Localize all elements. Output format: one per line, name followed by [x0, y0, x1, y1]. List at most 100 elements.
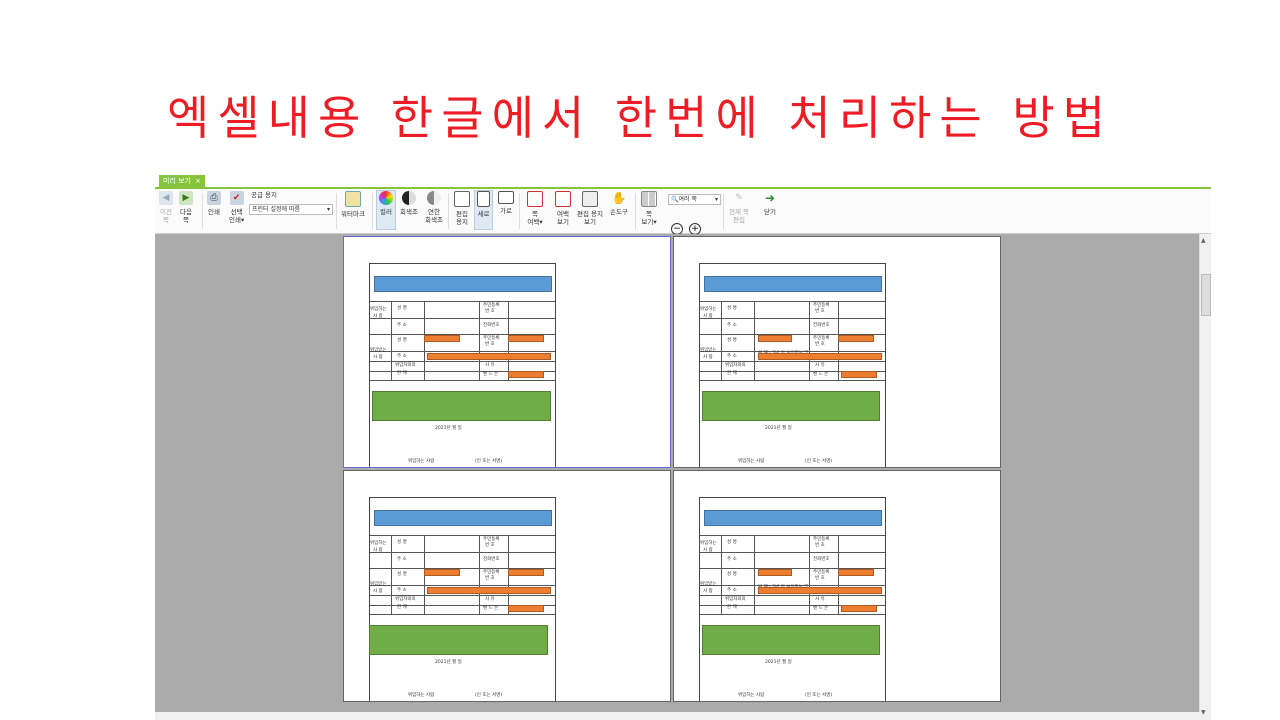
- table-line: [391, 301, 392, 380]
- label-address: 주 소: [397, 323, 407, 328]
- footer-left: 위임하는 사람: [408, 693, 435, 698]
- label-name: 성 명: [727, 306, 737, 311]
- label-name: 성 명: [397, 540, 407, 545]
- label-ssn: 주민등록: [813, 336, 830, 341]
- paper-source-dropdown[interactable]: 프린터 설정에 따름 ▾: [249, 204, 333, 215]
- label-delegator: 위임하는: [370, 541, 387, 546]
- preview-page[interactable]: 위임하는 사 람 위임받는 사 람성 명주 소성 명주 소 위임자와의 관 계 주민등록 번 …: [343, 236, 671, 468]
- table-line: [700, 552, 885, 553]
- label-name: 성 명: [397, 338, 407, 343]
- color-button[interactable]: 컬러: [376, 190, 396, 230]
- label-relation: 관 계: [727, 605, 737, 610]
- tab-preview[interactable]: 미리 보기 ×: [159, 175, 205, 187]
- date-text: 2021년 월 일: [765, 426, 792, 431]
- preview-page[interactable]: 위임하는 사 람 위임받는 사 람성 명주 소성 명주 소 위임자와의 관 계 주민등록 번 …: [343, 470, 671, 702]
- chevron-down-icon: ▾: [714, 196, 718, 203]
- watermark-button[interactable]: 워터마크: [341, 191, 365, 218]
- landscape-button[interactable]: 가로: [498, 191, 514, 215]
- table-line: [700, 595, 885, 596]
- label-address: 주 소: [727, 354, 737, 359]
- table-line: [370, 614, 555, 615]
- label-phone: 전화번호: [813, 557, 830, 562]
- select-print-button[interactable]: ✔ 선택 인쇄▾: [229, 191, 244, 224]
- table-line: [370, 585, 555, 586]
- footer-left: 위임하는 사람: [738, 693, 765, 698]
- margin-view-button[interactable]: 여백 보기: [555, 191, 571, 226]
- label-person: 사 람: [373, 589, 383, 594]
- orange-field: [838, 569, 874, 576]
- label-delegator: 위임하는: [700, 307, 717, 312]
- label-ssn: 번 호: [485, 342, 495, 347]
- label-relation: 관 계: [727, 371, 737, 376]
- form-document: 위임하는 사 람 위임받는 사 람성 명주 소성 명주 소 위임자와의 관 계 주민등록 번 …: [699, 263, 886, 467]
- tab-close-icon[interactable]: ×: [195, 175, 201, 187]
- preview-page[interactable]: 위임하는 사 람 위임받는 사 람성 명주 소성 명주 소 위임자와의 관 계 주민등록 번 …: [673, 236, 1001, 468]
- vertical-scrollbar[interactable]: ▲ ▼: [1199, 234, 1211, 720]
- portrait-button[interactable]: 세로: [474, 190, 493, 230]
- label-ssn: 번 호: [815, 576, 825, 581]
- tab-label: 미리 보기: [163, 177, 191, 185]
- printer-icon: ⎙: [207, 191, 221, 205]
- scrollbar-thumb[interactable]: [1201, 274, 1211, 316]
- separator: [635, 193, 636, 229]
- light-gray-button[interactable]: 연한 회색조: [425, 191, 443, 224]
- watermark-icon: [344, 191, 361, 207]
- table-line: [700, 318, 885, 319]
- hwp-preview-window: 미리 보기 × ◀ 이전 쪽 ▶ 다음 쪽 ⎙ 인쇄 ✔ 선택 인쇄▾ 공급 용지 프…: [155, 175, 1211, 720]
- label-ssn: 번 호: [485, 576, 495, 581]
- form-title-bar: [374, 510, 552, 526]
- scroll-up-icon[interactable]: ▲: [1201, 237, 1206, 244]
- edit-paper-view-button[interactable]: 편집 용지 보기: [577, 191, 603, 226]
- page-view-button[interactable]: 쪽 보기▾: [641, 191, 657, 226]
- zoom-dropdown[interactable]: 🔍여러 쪽 ▾: [668, 194, 721, 205]
- label-relation: 위임자와의: [395, 363, 416, 368]
- orange-field: [424, 335, 460, 342]
- table-line: [479, 301, 480, 380]
- ribbon-toolbar: ◀ 이전 쪽 ▶ 다음 쪽 ⎙ 인쇄 ✔ 선택 인쇄▾ 공급 용지 프린터 설정에 따…: [155, 189, 1211, 235]
- orange-field: [508, 569, 544, 576]
- label-reason: 사 유: [815, 597, 825, 602]
- label-ssn: 주민등록: [483, 336, 500, 341]
- orange-field: [758, 335, 792, 342]
- page-margin-button[interactable]: 쪽 여백▾: [527, 191, 543, 226]
- table-line: [370, 552, 555, 553]
- label-ssn: 번 호: [485, 309, 495, 314]
- table-line: [391, 535, 392, 614]
- label-relation: 관 계: [397, 605, 407, 610]
- pencil-icon: ✎: [735, 193, 743, 203]
- label-address: 주 소: [727, 588, 737, 593]
- footer-right: (인 또는 서명): [475, 459, 503, 464]
- label-ssn: 주민등록: [483, 570, 500, 575]
- table-line: [370, 318, 555, 319]
- grayscale-button[interactable]: 회색조: [400, 191, 418, 216]
- orange-field: [427, 353, 551, 360]
- table-line: [700, 380, 885, 381]
- label-reason: 사 유: [815, 363, 825, 368]
- horizontal-scrollbar[interactable]: [155, 712, 1200, 720]
- label-address: 주 소: [397, 588, 407, 593]
- label-name: 성 명: [397, 306, 407, 311]
- label-delegatee: 위임받는: [370, 348, 387, 353]
- label-delegatee: 위임받는: [370, 582, 387, 587]
- label-delegator: 위임하는: [700, 541, 717, 546]
- print-button[interactable]: ⎙ 인쇄: [207, 191, 221, 216]
- table-line: [721, 301, 722, 380]
- label-name: 성 명: [397, 572, 407, 577]
- preview-page[interactable]: 위임하는 사 람 위임받는 사 람성 명주 소성 명주 소 위임자와의 관 계 주민등록 번 …: [673, 470, 1001, 702]
- green-box: [369, 625, 548, 655]
- hand-tool-button[interactable]: ✋ 손도구: [610, 191, 628, 216]
- close-preview-button[interactable]: ➜ 닫기: [763, 191, 777, 216]
- orange-field: [424, 569, 460, 576]
- label-person: 사 람: [703, 314, 713, 319]
- separator: [448, 193, 449, 229]
- paper-source-label: 공급 용지: [251, 191, 277, 199]
- scroll-down-icon[interactable]: ▼: [1201, 709, 1206, 716]
- prev-page-button[interactable]: ◀ 이전 쪽: [159, 191, 173, 224]
- current-page-edit-button[interactable]: ✎ 현재 쪽 편집: [729, 191, 749, 225]
- edit-paper-button[interactable]: 편집 용지: [454, 191, 470, 226]
- next-page-button[interactable]: ▶ 다음 쪽: [179, 191, 193, 224]
- label-ssn: 주민등록: [483, 537, 500, 542]
- orange-field: [758, 569, 792, 576]
- label-relation: 위임자와의: [725, 597, 746, 602]
- multi-page-icon: [641, 191, 657, 207]
